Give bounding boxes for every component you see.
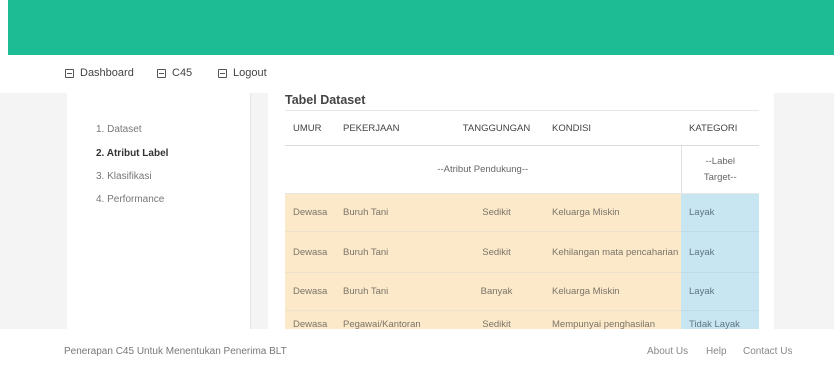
dashboard-icon bbox=[65, 68, 74, 78]
nav-c45-label: C45 bbox=[172, 67, 193, 79]
list-icon bbox=[157, 68, 166, 78]
footer-link-help[interactable]: Help bbox=[706, 346, 727, 357]
attribute-group-label: --Atribut Pendukung-- bbox=[285, 145, 681, 194]
nav-dashboard-link[interactable]: Dashboard bbox=[65, 67, 134, 79]
cell-kategori: Layak bbox=[681, 231, 759, 273]
column-header-kondisi: KONDISI bbox=[544, 110, 681, 146]
sidebar-item-performance[interactable]: 4. Performance bbox=[96, 194, 164, 205]
navbar: Dashboard C45 Logout bbox=[0, 55, 834, 93]
right-gutter bbox=[774, 93, 834, 329]
cell-pekerjaan: Buruh Tani bbox=[335, 193, 449, 232]
nav-dashboard-label: Dashboard bbox=[80, 67, 134, 79]
table-row: Dewasa Buruh Tani Sedikit Keluarga Miski… bbox=[285, 193, 759, 232]
cell-pekerjaan: Buruh Tani bbox=[335, 231, 449, 273]
cell-kondisi: Keluarga Miskin bbox=[544, 193, 681, 232]
content-area: 1. Dataset 2. Atribut Label 3. Klasifika… bbox=[0, 93, 834, 338]
sidebar-item-dataset[interactable]: 1. Dataset bbox=[96, 124, 142, 135]
nav-c45-link[interactable]: C45 bbox=[157, 67, 192, 79]
column-header-kategori: KATEGORI bbox=[681, 110, 759, 146]
cell-tanggungan: Sedikit bbox=[449, 193, 544, 232]
footer-text: Penerapan C45 Untuk Menentukan Penerima … bbox=[64, 346, 287, 357]
top-header-bar bbox=[8, 0, 834, 55]
column-header-pekerjaan: PEKERJAAN bbox=[335, 110, 449, 146]
table-header-row: UMUR PEKERJAAN TANGGUNGAN KONDISI KATEGO… bbox=[285, 110, 759, 146]
cell-kondisi: Keluarga Miskin bbox=[544, 272, 681, 311]
cell-kategori: Layak bbox=[681, 272, 759, 311]
cell-tanggungan: Sedikit bbox=[449, 231, 544, 273]
table-row: Dewasa Buruh Tani Sedikit Kehilangan mat… bbox=[285, 231, 759, 273]
sidebar-item-atribut-label[interactable]: 2. Atribut Label bbox=[96, 148, 168, 159]
footer-link-about-us[interactable]: About Us bbox=[647, 346, 688, 357]
nav-logout-link[interactable]: Logout bbox=[218, 67, 267, 79]
cell-pekerjaan: Buruh Tani bbox=[335, 272, 449, 311]
cell-umur: Dewasa bbox=[285, 193, 335, 232]
table-subheader-row: --Atribut Pendukung-- --Label Target-- bbox=[285, 145, 759, 194]
main-panel: Tabel Dataset UMUR PEKERJAAN TANGGUNGAN … bbox=[268, 93, 774, 338]
sidebar-item-klasifikasi[interactable]: 3. Klasifikasi bbox=[96, 171, 152, 182]
cell-kategori: Layak bbox=[681, 193, 759, 232]
sidebar: 1. Dataset 2. Atribut Label 3. Klasifika… bbox=[67, 93, 251, 329]
cell-tanggungan: Banyak bbox=[449, 272, 544, 311]
column-header-tanggungan: TANGGUNGAN bbox=[449, 110, 544, 146]
left-gutter bbox=[0, 93, 67, 329]
nav-logout-label: Logout bbox=[233, 67, 267, 79]
cell-umur: Dewasa bbox=[285, 272, 335, 311]
column-header-umur: UMUR bbox=[285, 110, 335, 146]
page-title: Tabel Dataset bbox=[285, 93, 366, 107]
label-target-cell: --Label Target-- bbox=[680, 145, 759, 194]
list-icon bbox=[218, 68, 227, 78]
footer-link-contact-us[interactable]: Contact Us bbox=[743, 346, 792, 357]
label-target-line2: Target-- bbox=[703, 171, 737, 183]
table-row: Dewasa Buruh Tani Banyak Keluarga Miskin… bbox=[285, 272, 759, 311]
footer: Penerapan C45 Untuk Menentukan Penerima … bbox=[0, 329, 834, 369]
label-target-line1: --Label bbox=[705, 155, 736, 167]
dataset-table: UMUR PEKERJAAN TANGGUNGAN KONDISI KATEGO… bbox=[285, 110, 759, 338]
cell-kondisi: Kehilangan mata pencaharian bbox=[544, 231, 681, 273]
cell-umur: Dewasa bbox=[285, 231, 335, 273]
